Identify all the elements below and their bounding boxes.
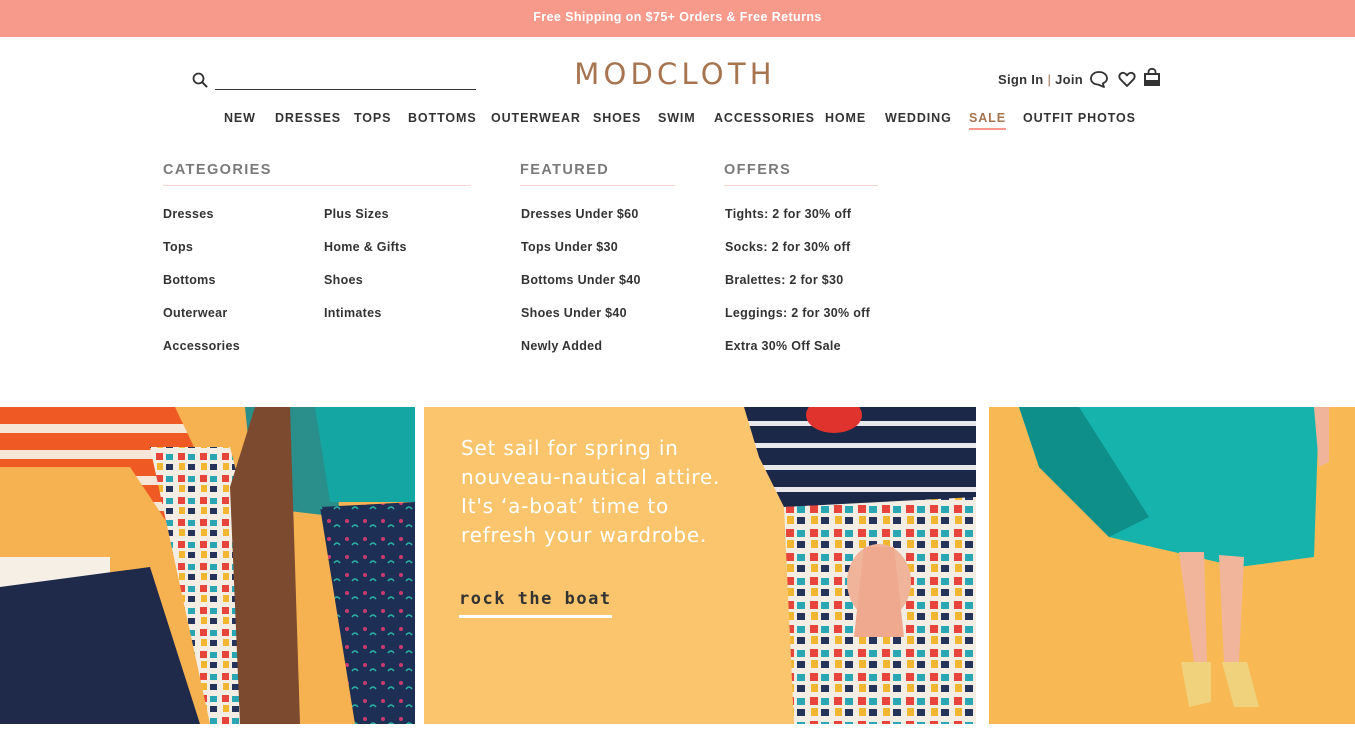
offer-link[interactable]: Socks: 2 for 30% off — [725, 240, 850, 254]
featured-link[interactable]: Tops Under $30 — [521, 240, 618, 254]
account-separator: | — [1047, 72, 1052, 87]
promo-banner[interactable]: Free Shipping on $75+ Orders & Free Retu… — [0, 0, 1355, 37]
teal-dress-illustration — [1019, 407, 1329, 707]
heart-icon[interactable] — [1117, 69, 1137, 89]
search-input[interactable] — [216, 70, 476, 88]
search-bar[interactable] — [192, 70, 476, 90]
hero-line: refresh your wardrobe. — [461, 523, 708, 547]
nav-accessories[interactable]: ACCESSORIES — [714, 111, 815, 125]
page-bottom-strip — [0, 724, 1355, 737]
offer-link[interactable]: Extra 30% Off Sale — [725, 339, 841, 353]
sign-in-link[interactable]: Sign In — [998, 72, 1043, 87]
models-illustration — [0, 407, 415, 724]
nav-home[interactable]: HOME — [825, 111, 866, 125]
category-link[interactable]: Dresses — [163, 207, 214, 221]
offer-link[interactable]: Leggings: 2 for 30% off — [725, 306, 870, 320]
brand-logo[interactable]: MODCLOTH — [540, 57, 810, 91]
featured-divider — [520, 185, 675, 186]
rock-the-boat-link[interactable]: rock the boat — [459, 589, 612, 618]
nav-sale[interactable]: SALE — [969, 111, 1006, 130]
hero-image-left[interactable] — [0, 407, 415, 724]
chat-icon[interactable] — [1089, 69, 1109, 89]
sale-dropdown-menu: CATEGORIES Dresses Tops Bottoms Outerwea… — [0, 140, 1355, 407]
category-link[interactable]: Bottoms — [163, 273, 216, 287]
main-navigation: NEW DRESSES TOPS BOTTOMS OUTERWEAR SHOES… — [0, 111, 1355, 133]
hero-line: nouveau-nautical attire. — [461, 465, 721, 489]
nav-tops[interactable]: TOPS — [354, 111, 391, 125]
offers-heading: OFFERS — [724, 162, 792, 178]
bag-icon[interactable] — [1142, 67, 1162, 87]
categories-divider — [163, 185, 471, 186]
offer-link[interactable]: Bralettes: 2 for $30 — [725, 273, 844, 287]
offer-link[interactable]: Tights: 2 for 30% off — [725, 207, 851, 221]
category-link[interactable]: Intimates — [324, 306, 382, 320]
featured-link[interactable]: Bottoms Under $40 — [521, 273, 641, 287]
promo-text: Free Shipping on $75+ Orders & Free Retu… — [533, 10, 822, 24]
search-icon[interactable] — [192, 72, 208, 88]
nav-shoes[interactable]: SHOES — [593, 111, 641, 125]
category-link[interactable]: Accessories — [163, 339, 240, 353]
category-link[interactable]: Outerwear — [163, 306, 228, 320]
category-link[interactable]: Shoes — [324, 273, 363, 287]
nav-wedding[interactable]: WEDDING — [885, 111, 952, 125]
hero-line: It's ‘a-boat’ time to — [461, 494, 670, 518]
join-link[interactable]: Join — [1055, 72, 1083, 87]
nav-bottoms[interactable]: BOTTOMS — [408, 111, 477, 125]
featured-link[interactable]: Dresses Under $60 — [521, 207, 639, 221]
hero-image-right[interactable] — [989, 407, 1355, 724]
hero-line: Set sail for spring in — [461, 436, 679, 460]
nav-outfit-photos[interactable]: OUTFIT PHOTOS — [1023, 111, 1136, 125]
categories-heading: CATEGORIES — [163, 162, 272, 178]
offers-divider — [724, 185, 878, 186]
featured-link[interactable]: Shoes Under $40 — [521, 306, 627, 320]
category-link[interactable]: Tops — [163, 240, 193, 254]
category-link[interactable]: Plus Sizes — [324, 207, 389, 221]
hero-headline: Set sail for spring in nouveau-nautical … — [461, 434, 761, 550]
featured-heading: FEATURED — [520, 162, 610, 178]
nav-new[interactable]: NEW — [224, 111, 256, 125]
nav-outerwear[interactable]: OUTERWEAR — [491, 111, 581, 125]
account-links: Sign In | Join — [998, 72, 1083, 87]
nav-dresses[interactable]: DRESSES — [275, 111, 341, 125]
search-underline — [215, 89, 476, 90]
category-link[interactable]: Home & Gifts — [324, 240, 407, 254]
nav-swim[interactable]: SWIM — [658, 111, 696, 125]
featured-link[interactable]: Newly Added — [521, 339, 602, 353]
